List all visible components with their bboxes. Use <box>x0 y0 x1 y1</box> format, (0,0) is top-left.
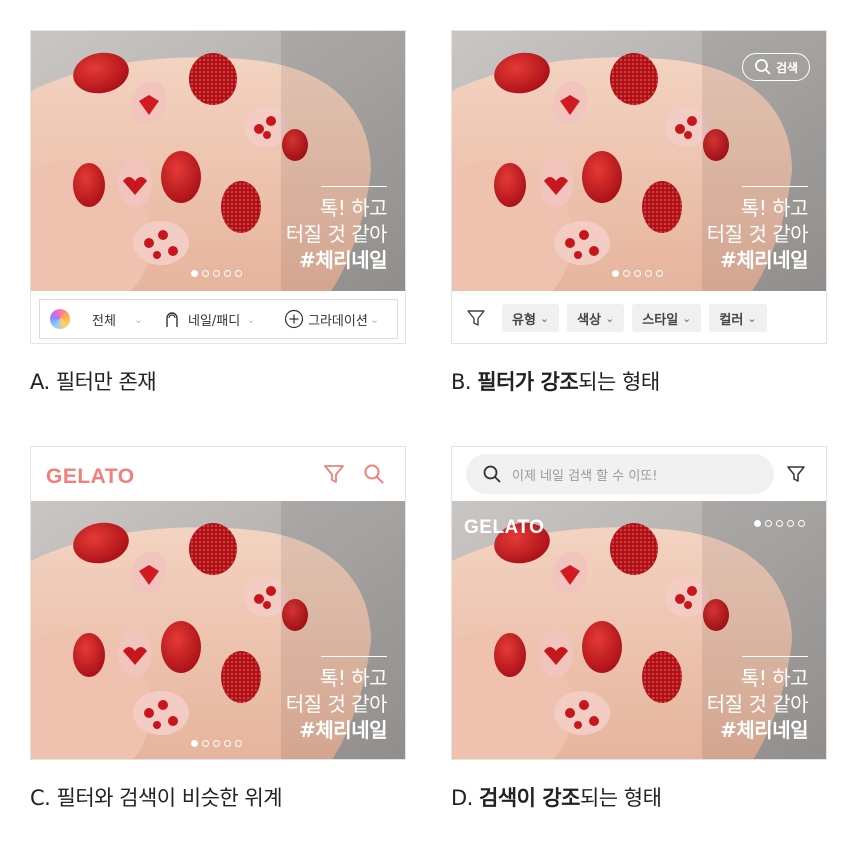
filter-all[interactable]: 전체 ⌄ <box>40 300 158 338</box>
chip-colour[interactable]: 컬러 ⌄ <box>709 304 767 332</box>
banner-hashtag: #체리네일 <box>299 248 387 272</box>
filter-icon[interactable] <box>466 308 486 328</box>
nail-icon <box>166 312 178 327</box>
banner-line-1: 톡! 하고 <box>740 196 809 220</box>
carousel-dots[interactable] <box>191 740 242 747</box>
carousel-dots[interactable] <box>754 520 805 527</box>
rainbow-color-icon <box>50 309 70 329</box>
search-icon <box>755 59 771 75</box>
search-placeholder: 이제 네일 검색 할 수 이또! <box>512 468 658 484</box>
caption-b: B. 필터가 강조되는 형태 <box>451 366 660 396</box>
chevron-down-icon: ⌄ <box>539 311 550 325</box>
caption-c: C. 필터와 검색이 비슷한 위계 <box>30 786 283 810</box>
chevron-down-icon: ⌄ <box>133 312 144 326</box>
carousel-dots[interactable] <box>612 270 663 277</box>
chip-type[interactable]: 유형 ⌄ <box>502 304 560 332</box>
caption-rest: 되는 형태 <box>579 786 662 810</box>
filter-bar: 유형 ⌄ 색상 ⌄ 스타일 ⌄ 컬러 ⌄ <box>452 291 826 343</box>
filter-icon[interactable] <box>323 463 345 485</box>
chip-color[interactable]: 색상 ⌄ <box>567 304 625 332</box>
search-icon <box>483 465 501 483</box>
caption-rest: 되는 형태 <box>578 370 660 394</box>
banner-hashtag: #체리네일 <box>720 248 808 272</box>
banner-photo[interactable]: 톡! 하고 터질 것 같아 #체리네일 <box>31 31 405 291</box>
panel-b: 검색 톡! 하고 터질 것 같아 #체리네일 유형 ⌄ 색상 ⌄ 스타일 ⌄ 컬러 ⌄ … <box>451 30 827 400</box>
banner-photo[interactable]: 톡! 하고 터질 것 같아 #체리네일 <box>31 501 405 759</box>
filter-gradation[interactable]: 그라데이션 ⌄ <box>270 300 379 338</box>
top-header: 이제 네일 검색 할 수 이또! <box>452 447 826 501</box>
banner-line-1: 톡! 하고 <box>740 666 809 690</box>
banner-line-2: 터질 것 같아 <box>706 692 809 716</box>
chip-style[interactable]: 스타일 ⌄ <box>632 304 702 332</box>
banner-photo[interactable]: 검색 톡! 하고 터질 것 같아 #체리네일 <box>452 31 826 291</box>
banner-hashtag: #체리네일 <box>720 718 808 742</box>
banner-line-2: 터질 것 같아 <box>285 692 388 716</box>
filter-label: 그라데이션 <box>308 313 368 329</box>
caption-bold: 필터가 강조 <box>477 370 579 394</box>
banner-photo[interactable]: GELATO 톡! 하고 터질 것 같아 #체리네일 <box>452 501 826 759</box>
mockup-frame: GELATO 톡! 하고 터질 것 같아 #체리네일 <box>30 446 406 760</box>
caption-bold: 검색이 강조 <box>479 786 580 810</box>
filter-icon[interactable] <box>786 464 806 484</box>
chevron-down-icon: ⌄ <box>747 311 757 325</box>
caption-prefix: B. <box>451 370 478 394</box>
chevron-down-icon: ⌄ <box>246 312 256 326</box>
search-label: 검색 <box>775 60 799 75</box>
mockup-frame: 톡! 하고 터질 것 같아 #체리네일 전체 ⌄ 네일/패디 ⌄ 그라데이션 ⌄ <box>30 30 406 344</box>
search-input[interactable]: 이제 네일 검색 할 수 이또! <box>466 454 774 494</box>
banner-line-2: 터질 것 같아 <box>285 222 388 246</box>
search-button[interactable]: 검색 <box>742 53 810 81</box>
panel-d: 이제 네일 검색 할 수 이또! GELATO 톡! 하고 터질 것 같아 #체… <box>451 446 827 816</box>
chip-label: 스타일 <box>642 312 679 328</box>
gelato-logo[interactable]: GELATO <box>464 517 544 539</box>
caption-a: A. 필터만 존재 <box>30 370 157 394</box>
carousel-dots[interactable] <box>191 270 242 277</box>
top-header: GELATO <box>31 447 405 501</box>
chip-label: 색상 <box>577 312 602 328</box>
filter-label: 전체 <box>92 313 116 329</box>
banner-text: 톡! 하고 터질 것 같아 #체리네일 <box>285 186 388 273</box>
banner-text: 톡! 하고 터질 것 같아 #체리네일 <box>706 656 809 743</box>
chevron-down-icon: ⌄ <box>682 311 692 325</box>
filter-label: 네일/패디 <box>188 313 241 329</box>
banner-line-2: 터질 것 같아 <box>706 222 809 246</box>
caption-prefix: D. <box>451 786 480 810</box>
gelato-logo[interactable]: GELATO <box>46 465 135 489</box>
banner-line-1: 톡! 하고 <box>319 196 388 220</box>
filter-nail[interactable]: 네일/패디 ⌄ <box>158 300 270 338</box>
chip-label: 유형 <box>512 312 536 328</box>
search-icon[interactable] <box>363 463 385 485</box>
mockup-frame: 검색 톡! 하고 터질 것 같아 #체리네일 유형 ⌄ 색상 ⌄ 스타일 ⌄ 컬러 ⌄ <box>451 30 827 344</box>
panel-a: 톡! 하고 터질 것 같아 #체리네일 전체 ⌄ 네일/패디 ⌄ 그라데이션 ⌄ <box>30 30 406 400</box>
mockup-frame: 이제 네일 검색 할 수 이또! GELATO 톡! 하고 터질 것 같아 #체… <box>451 446 827 760</box>
banner-hashtag: #체리네일 <box>299 718 387 742</box>
banner-text: 톡! 하고 터질 것 같아 #체리네일 <box>706 186 809 273</box>
chevron-down-icon: ⌄ <box>605 311 615 325</box>
chip-label: 컬러 <box>719 312 744 328</box>
panel-c: GELATO 톡! 하고 터질 것 같아 #체리네일 C. 필터와 검색이 비슷… <box>30 446 406 816</box>
banner-text: 톡! 하고 터질 것 같아 #체리네일 <box>285 656 388 743</box>
chevron-down-icon: ⌄ <box>369 312 380 326</box>
plus-circle-icon <box>284 309 304 329</box>
filter-bar: 전체 ⌄ 네일/패디 ⌄ 그라데이션 ⌄ <box>39 299 398 339</box>
banner-line-1: 톡! 하고 <box>319 666 388 690</box>
caption-d: D. 검색이 강조되는 형태 <box>451 782 662 812</box>
